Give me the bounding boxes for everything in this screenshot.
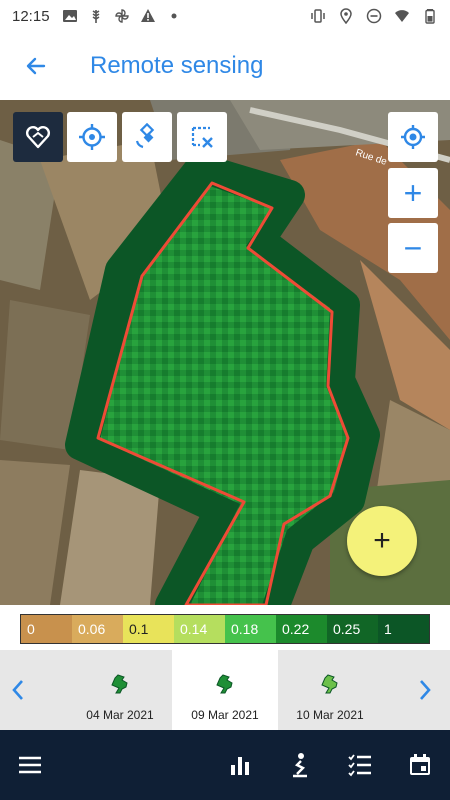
legend-label: 1	[384, 621, 392, 637]
wifi-icon	[395, 10, 409, 22]
location-icon	[340, 8, 352, 24]
date-label: 04 Mar 2021	[86, 708, 154, 722]
menu-icon	[19, 756, 41, 774]
add-fab[interactable]: +	[347, 506, 417, 576]
app-bar: Remote sensing	[0, 32, 450, 100]
vibrate-icon	[311, 9, 325, 23]
status-time: 12:15	[12, 7, 50, 25]
date-item[interactable]: 09 Mar 2021	[172, 650, 278, 730]
heart-field-icon	[25, 125, 51, 149]
back-button[interactable]	[16, 46, 56, 86]
chevron-right-icon	[420, 680, 431, 700]
chevron-left-icon	[12, 680, 23, 700]
statistics-button[interactable]	[223, 748, 257, 782]
satellite-map[interactable]: Rue de + − +	[0, 100, 450, 605]
sampling-button[interactable]	[283, 748, 317, 782]
legend-segment: 0.18	[225, 615, 276, 643]
legend-segment: 1	[378, 615, 429, 643]
date-item[interactable]: 10 Mar 2021	[277, 650, 383, 730]
battery-icon	[425, 9, 435, 24]
calendar-icon	[410, 754, 430, 775]
date-item[interactable]: 04 Mar 2021	[67, 650, 173, 730]
notification-icons	[62, 8, 182, 24]
legend-label: 0.06	[78, 621, 106, 637]
legend-segment: 0.25	[327, 615, 378, 643]
legend-label: 0	[27, 621, 35, 637]
legend-label: 0.22	[282, 621, 310, 637]
system-icons	[310, 8, 438, 24]
sampling-icon	[293, 753, 307, 778]
field-thumbnail-icon	[216, 674, 233, 694]
bottom-navigation	[0, 730, 450, 800]
clear-selection-icon	[191, 126, 213, 148]
previous-date-button[interactable]	[3, 670, 33, 710]
date-label: 10 Mar 2021	[296, 708, 364, 722]
dot-icon	[171, 13, 177, 19]
legend-segment: 0.14	[174, 615, 225, 643]
legend-label: 0.25	[333, 621, 361, 637]
field-outline-tool[interactable]	[13, 112, 63, 162]
bar-chart-icon	[231, 757, 249, 775]
field-thumbnail-icon	[321, 674, 338, 694]
locate-icon	[401, 125, 425, 149]
dnd-icon	[366, 8, 382, 24]
satellite-tool[interactable]	[122, 112, 172, 162]
date-timeline: 04 Mar 2021 09 Mar 2021 10 Mar 2021	[0, 650, 450, 730]
calendar-button[interactable]	[403, 748, 437, 782]
arrow-left-icon	[26, 57, 46, 75]
pinwheel-icon	[114, 9, 129, 23]
field-thumbnail-icon	[111, 674, 128, 694]
legend-segment: 0.06	[72, 615, 123, 643]
legend-label: 0.18	[231, 621, 259, 637]
crosshair-icon	[79, 124, 105, 150]
date-label: 09 Mar 2021	[191, 708, 259, 722]
satellite-icon	[135, 123, 155, 149]
legend-segment: 0.1	[123, 615, 174, 643]
legend-segment: 0.22	[276, 615, 327, 643]
zoom-out-button[interactable]: −	[388, 223, 438, 273]
list-button[interactable]	[343, 748, 377, 782]
zoom-in-button[interactable]: +	[388, 168, 438, 218]
ndvi-legend: 0 0.06 0.1 0.14 0.18 0.22 0.25 1	[20, 614, 430, 644]
warning-icon	[140, 9, 155, 22]
legend-label: 0.14	[180, 621, 208, 637]
page-title: Remote sensing	[90, 52, 264, 79]
status-bar: 12:15	[0, 0, 450, 32]
wheat-icon	[92, 10, 99, 23]
target-tool[interactable]	[67, 112, 117, 162]
list-icon	[348, 754, 371, 777]
clear-selection-tool[interactable]	[177, 112, 227, 162]
legend-segment: 0	[21, 615, 72, 643]
legend-label: 0.1	[129, 621, 149, 637]
next-date-button[interactable]	[410, 670, 440, 710]
menu-button[interactable]	[13, 748, 47, 782]
locate-button[interactable]	[388, 112, 438, 162]
image-icon	[62, 10, 77, 22]
app-screen: 12:15 Remote sensing Rue de + − + 0 0.06…	[0, 0, 450, 800]
